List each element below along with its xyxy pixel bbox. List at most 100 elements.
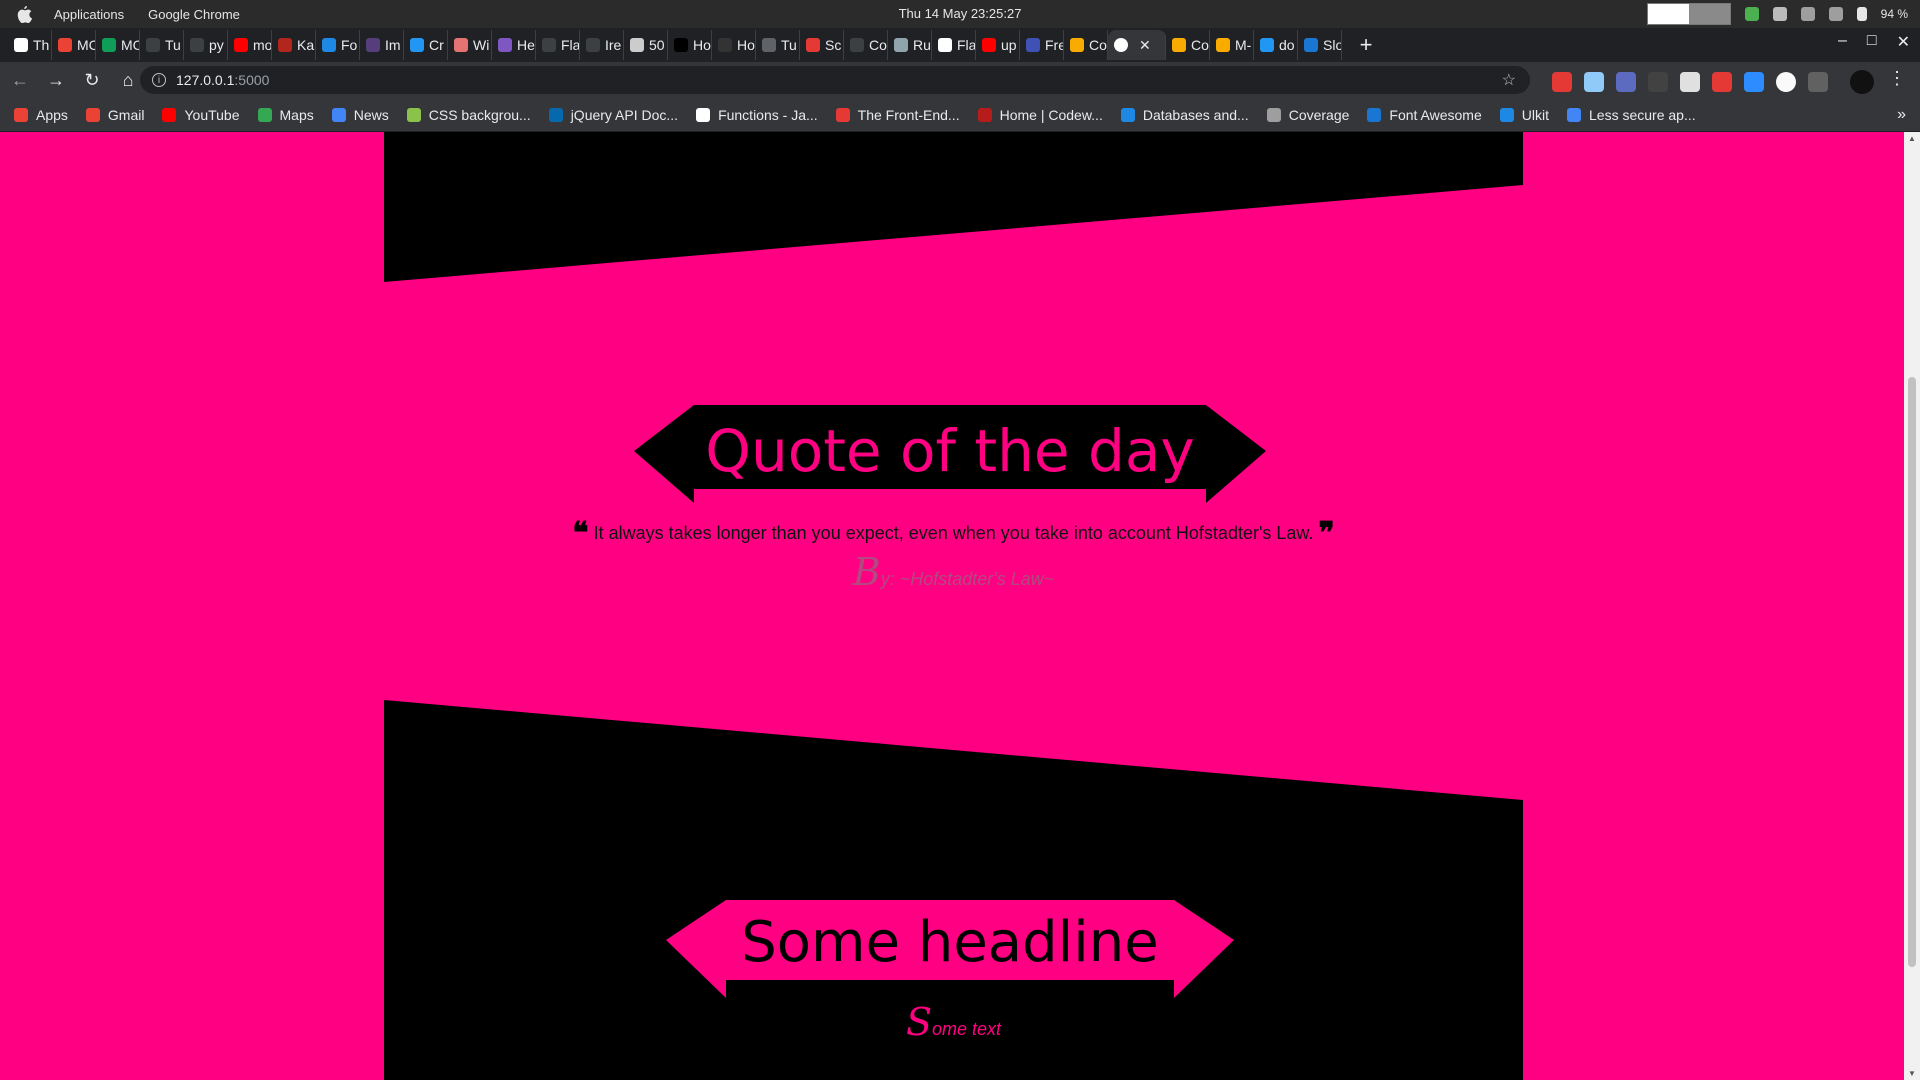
profile-avatar[interactable]: [1850, 70, 1874, 94]
browser-tab[interactable]: M-: [1210, 30, 1254, 60]
page-scrollbar[interactable]: ▲ ▼: [1904, 132, 1920, 1080]
tab-label: Tu: [165, 37, 181, 53]
back-icon[interactable]: ←: [4, 64, 36, 96]
link-extension-icon[interactable]: [1648, 72, 1668, 92]
bookmark-item[interactable]: Databases and...: [1120, 107, 1249, 123]
clock-extension-icon[interactable]: [1776, 72, 1796, 92]
window-controls: – □ ✕: [1838, 32, 1910, 52]
bookmark-item[interactable]: CSS backgrou...: [406, 107, 531, 123]
bookmark-item[interactable]: Font Awesome: [1367, 106, 1482, 123]
browser-tab[interactable]: Cr: [404, 30, 448, 60]
bookmark-star-icon[interactable]: ☆: [1502, 70, 1516, 90]
bookmark-item[interactable]: Less secure ap...: [1567, 107, 1696, 123]
record-extension-icon[interactable]: [1712, 72, 1732, 92]
minimize-icon[interactable]: –: [1838, 32, 1847, 52]
browser-tab[interactable]: Ru: [888, 30, 932, 60]
browser-tab[interactable]: do: [1254, 30, 1298, 60]
bookmark-item[interactable]: Functions - Ja...: [696, 107, 818, 123]
scroll-down-icon[interactable]: ▼: [1908, 1069, 1916, 1078]
bookmark-item[interactable]: The Front-End...: [835, 107, 960, 123]
diamond-extension-icon[interactable]: [1584, 72, 1604, 92]
bookmark-favicon-icon: [548, 107, 563, 122]
browser-tab[interactable]: Th: [8, 30, 52, 60]
volume-icon[interactable]: [1828, 7, 1843, 21]
browser-tab[interactable]: MC: [52, 30, 96, 60]
reload-icon[interactable]: ↻: [76, 64, 108, 96]
browser-tab[interactable]: Slo: [1298, 30, 1342, 60]
browser-tab[interactable]: Ho: [668, 30, 712, 60]
wifi-icon[interactable]: [1800, 7, 1815, 21]
scrollbar-thumb[interactable]: [1908, 377, 1916, 967]
menu-google-chrome[interactable]: Google Chrome: [148, 7, 240, 22]
adblock-icon[interactable]: [1552, 72, 1572, 92]
tab-favicon-icon: [1304, 38, 1318, 52]
bookmark-item[interactable]: Coverage: [1266, 107, 1349, 123]
browser-tab[interactable]: Wi: [448, 30, 492, 60]
close-tab-icon[interactable]: ✕: [1139, 37, 1151, 54]
bookmark-item[interactable]: jQuery API Doc...: [548, 107, 678, 123]
browser-tab[interactable]: 50: [624, 30, 668, 60]
browser-tab[interactable]: up: [976, 30, 1020, 60]
restore-icon[interactable]: □: [1867, 32, 1877, 52]
quote-close-icon: ❞: [1318, 516, 1335, 551]
tab-favicon-icon: [102, 38, 116, 52]
forward-icon[interactable]: →: [40, 64, 72, 96]
bookmark-label: Functions - Ja...: [718, 106, 818, 123]
slack-icon[interactable]: [1772, 7, 1787, 21]
browser-tab[interactable]: Im: [360, 30, 404, 60]
browser-tab[interactable]: Tu: [140, 30, 184, 60]
browser-tab[interactable]: Fla: [536, 30, 580, 60]
browser-tab[interactable]: Co: [1064, 30, 1108, 60]
bookmark-item[interactable]: Gmail: [85, 107, 144, 123]
browser-tab[interactable]: Fo: [316, 30, 360, 60]
calendar-extension-icon[interactable]: [1680, 72, 1700, 92]
shield-icon[interactable]: [1744, 7, 1759, 21]
tab-favicon-icon: [894, 38, 908, 52]
apple-icon[interactable]: [14, 4, 34, 24]
tool-extension-icon[interactable]: [1808, 72, 1828, 92]
zoom-extension-icon[interactable]: [1744, 72, 1764, 92]
site-info-icon[interactable]: i: [152, 73, 166, 87]
browser-tab[interactable]: Co: [844, 30, 888, 60]
tab-active[interactable]: ✕: [1108, 30, 1166, 60]
bookmark-label: Font Awesome: [1389, 106, 1482, 123]
bookmark-item[interactable]: Home | Codew...: [977, 107, 1103, 123]
new-tab-button[interactable]: +: [1354, 32, 1378, 58]
browser-tab[interactable]: Co: [1166, 30, 1210, 60]
menu-applications[interactable]: Applications: [54, 7, 124, 22]
bookmark-item[interactable]: Ulkit: [1499, 107, 1549, 123]
battery-icon[interactable]: [1856, 7, 1867, 21]
tab-favicon-icon: [234, 38, 248, 52]
close-window-icon[interactable]: ✕: [1897, 32, 1910, 52]
tab-label: Fre: [1045, 37, 1064, 53]
bookmark-item[interactable]: Maps: [257, 107, 314, 123]
bookmark-favicon-icon: [257, 107, 272, 122]
tab-label: Fo: [341, 37, 358, 53]
tab-favicon-icon: [190, 38, 204, 52]
browser-tab[interactable]: Sc: [800, 30, 844, 60]
browser-tab[interactable]: Ire: [580, 30, 624, 60]
chrome-menu-icon[interactable]: ⋮: [1888, 68, 1906, 89]
bookmarks-overflow-icon[interactable]: »: [1897, 106, 1906, 124]
browser-tab[interactable]: Tu: [756, 30, 800, 60]
headline-banner: Some headline: [666, 900, 1234, 1000]
browser-tab[interactable]: Fla: [932, 30, 976, 60]
tab-favicon-icon: [278, 38, 292, 52]
pen-extension-icon[interactable]: [1616, 72, 1636, 92]
browser-tab[interactable]: py: [184, 30, 228, 60]
browser-tab[interactable]: MC: [96, 30, 140, 60]
tab-label: Fla: [957, 37, 976, 53]
bookmark-item[interactable]: Apps: [14, 107, 68, 123]
scroll-up-icon[interactable]: ▲: [1908, 134, 1916, 143]
browser-tab[interactable]: Fre: [1020, 30, 1064, 60]
browser-tab[interactable]: Ho: [712, 30, 756, 60]
bookmark-item[interactable]: News: [331, 107, 389, 123]
address-bar[interactable]: i 127.0.0.1:5000 ☆: [140, 66, 1530, 94]
tab-label: Co: [1089, 37, 1107, 53]
browser-tab[interactable]: He: [492, 30, 536, 60]
browser-tab[interactable]: mo: [228, 30, 272, 60]
browser-tab[interactable]: Ka: [272, 30, 316, 60]
workspace-switcher[interactable]: [1646, 3, 1731, 25]
bookmark-item[interactable]: YouTube: [162, 107, 240, 123]
quote-title: Quote of the day: [705, 417, 1195, 485]
